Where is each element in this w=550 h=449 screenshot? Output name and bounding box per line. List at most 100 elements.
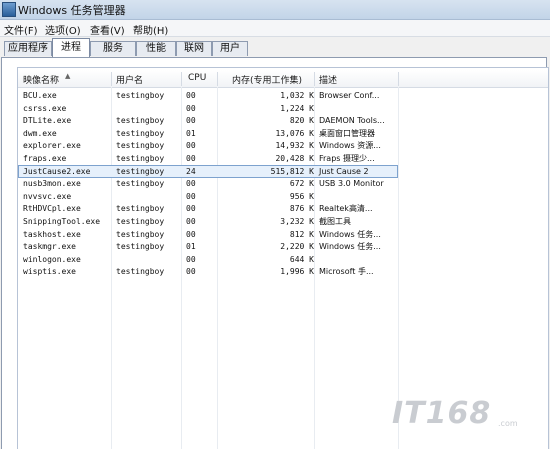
- process-row[interactable]: explorer.exe testingboy 00 14,932 K Wind…: [18, 140, 548, 153]
- process-memory: 1,996 K: [280, 267, 314, 277]
- process-memory: 515,812 K: [270, 166, 314, 176]
- process-row-selected[interactable]: JustCause2.exe testingboy 24 515,812 K J…: [18, 164, 548, 179]
- tab-users[interactable]: 用户: [212, 41, 248, 56]
- process-user-name: testingboy: [116, 179, 165, 189]
- tab-performance[interactable]: 性能: [136, 41, 176, 56]
- process-cpu: 00: [186, 191, 196, 201]
- tab-networking[interactable]: 联网: [176, 41, 212, 56]
- process-cpu: 00: [186, 91, 196, 100]
- process-cpu: 24: [186, 166, 196, 176]
- process-user-name: testingboy: [116, 128, 165, 138]
- process-memory: 1,032 K: [280, 91, 314, 100]
- process-description: 桌面窗口管理器: [319, 128, 375, 138]
- process-memory: 3,232 K: [280, 216, 314, 226]
- watermark-suffix: .com: [498, 419, 518, 428]
- tab-applications[interactable]: 应用程序: [4, 41, 52, 56]
- menu-view[interactable]: 查看(V): [90, 22, 125, 37]
- process-row[interactable]: SnippingTool.exe testingboy 00 3,232 K 截…: [18, 216, 548, 229]
- process-user-name: testingboy: [116, 216, 165, 226]
- tab-processes[interactable]: 进程: [52, 38, 90, 57]
- menu-help[interactable]: 帮助(H): [133, 22, 168, 37]
- process-row[interactable]: csrss.exe 00 1,224 K: [18, 103, 548, 116]
- process-user-name: testingboy: [116, 204, 165, 214]
- process-memory: 812 K: [289, 229, 314, 239]
- process-cpu: 00: [186, 267, 196, 277]
- process-memory: 14,932 K: [275, 141, 314, 151]
- process-image-name: DTLite.exe: [23, 116, 72, 126]
- process-description: Windows 任务...: [319, 242, 381, 252]
- menu-file[interactable]: 文件(F): [4, 22, 38, 37]
- process-image-name: taskhost.exe: [23, 229, 81, 239]
- title-bar: Windows 任务管理器: [0, 0, 550, 20]
- process-row[interactable]: dwm.exe testingboy 01 13,076 K 桌面窗口管理器: [18, 128, 548, 141]
- process-image-name: taskmgr.exe: [23, 242, 76, 252]
- process-description: DAEMON Tools...: [319, 116, 385, 126]
- tab-strip: 应用程序 进程 服务 性能 联网 用户: [0, 38, 550, 57]
- process-image-name: JustCause2.exe: [23, 166, 91, 176]
- process-memory: 2,220 K: [280, 242, 314, 252]
- process-description: Microsoft 手...: [319, 267, 374, 277]
- tab-services[interactable]: 服务: [90, 41, 136, 56]
- process-cpu: 01: [186, 128, 196, 138]
- process-user-name: testingboy: [116, 116, 165, 126]
- process-image-name: RtHDVCpl.exe: [23, 204, 81, 214]
- column-divider[interactable]: [314, 72, 315, 86]
- process-memory: 1,224 K: [280, 103, 314, 113]
- process-memory: 13,076 K: [275, 128, 314, 138]
- process-row[interactable]: RtHDVCpl.exe testingboy 00 876 K Realtek…: [18, 203, 548, 216]
- process-row[interactable]: nvvsvc.exe 00 956 K: [18, 191, 548, 204]
- process-row[interactable]: nusb3mon.exe testingboy 00 672 K USB 3.0…: [18, 178, 548, 191]
- process-user-name: testingboy: [116, 166, 165, 176]
- process-rows: BCU.exe testingboy 00 1,032 K Browser Co…: [18, 90, 548, 279]
- process-memory: 672 K: [289, 179, 314, 189]
- sort-ascending-icon: ▲: [65, 72, 71, 80]
- task-manager-icon: [2, 2, 16, 17]
- menu-bar: 文件(F) 选项(O) 查看(V) 帮助(H): [0, 20, 550, 37]
- process-user-name: testingboy: [116, 91, 165, 100]
- column-image-name-label: 映像名称: [23, 76, 60, 86]
- process-memory: 820 K: [289, 116, 314, 126]
- process-description: 截图工具: [319, 216, 351, 226]
- process-image-name: wisptis.exe: [23, 267, 76, 277]
- process-image-name: winlogon.exe: [23, 254, 81, 264]
- process-row[interactable]: DTLite.exe testingboy 00 820 K DAEMON To…: [18, 115, 548, 128]
- column-divider[interactable]: [217, 72, 218, 86]
- process-cpu: 00: [186, 116, 196, 126]
- process-memory: 956 K: [289, 191, 314, 201]
- process-row[interactable]: BCU.exe testingboy 00 1,032 K Browser Co…: [18, 90, 548, 103]
- process-row[interactable]: winlogon.exe 00 644 K: [18, 254, 548, 267]
- window-title: Windows 任务管理器: [18, 4, 126, 17]
- process-list[interactable]: 映像名称 ▲ 用户名 CPU 内存(专用工作集) 描述 BCU.exe test…: [17, 67, 549, 449]
- process-image-name: dwm.exe: [23, 128, 57, 138]
- column-user-name[interactable]: 用户名: [116, 73, 143, 86]
- column-cpu[interactable]: CPU: [188, 73, 206, 83]
- column-memory[interactable]: 内存(专用工作集): [232, 73, 302, 86]
- process-row[interactable]: wisptis.exe testingboy 00 1,996 K Micros…: [18, 266, 548, 279]
- menu-options[interactable]: 选项(O): [45, 22, 81, 37]
- process-image-name: csrss.exe: [23, 103, 67, 113]
- process-cpu: 00: [186, 254, 196, 264]
- process-row[interactable]: taskhost.exe testingboy 00 812 K Windows…: [18, 229, 548, 242]
- process-memory: 644 K: [289, 254, 314, 264]
- column-divider[interactable]: [111, 72, 112, 86]
- column-description[interactable]: 描述: [319, 73, 337, 86]
- process-description: USB 3.0 Monitor: [319, 179, 384, 189]
- column-divider[interactable]: [398, 72, 399, 86]
- process-user-name: testingboy: [116, 267, 165, 277]
- list-header: 映像名称 ▲ 用户名 CPU 内存(专用工作集) 描述: [18, 70, 548, 88]
- column-image-name[interactable]: 映像名称 ▲: [23, 72, 70, 86]
- process-cpu: 00: [186, 216, 196, 226]
- process-image-name: BCU.exe: [23, 91, 57, 100]
- process-description: Just Cause 2: [319, 166, 369, 176]
- process-image-name: nusb3mon.exe: [23, 179, 81, 189]
- process-cpu: 00: [186, 141, 196, 151]
- process-user-name: testingboy: [116, 229, 165, 239]
- process-row[interactable]: taskmgr.exe testingboy 01 2,220 K Window…: [18, 241, 548, 254]
- process-cpu: 00: [186, 204, 196, 214]
- process-memory: 876 K: [289, 204, 314, 214]
- column-divider[interactable]: [181, 72, 182, 86]
- process-cpu: 01: [186, 242, 196, 252]
- process-user-name: testingboy: [116, 141, 165, 151]
- process-image-name: nvvsvc.exe: [23, 191, 72, 201]
- process-image-name: SnippingTool.exe: [23, 216, 101, 226]
